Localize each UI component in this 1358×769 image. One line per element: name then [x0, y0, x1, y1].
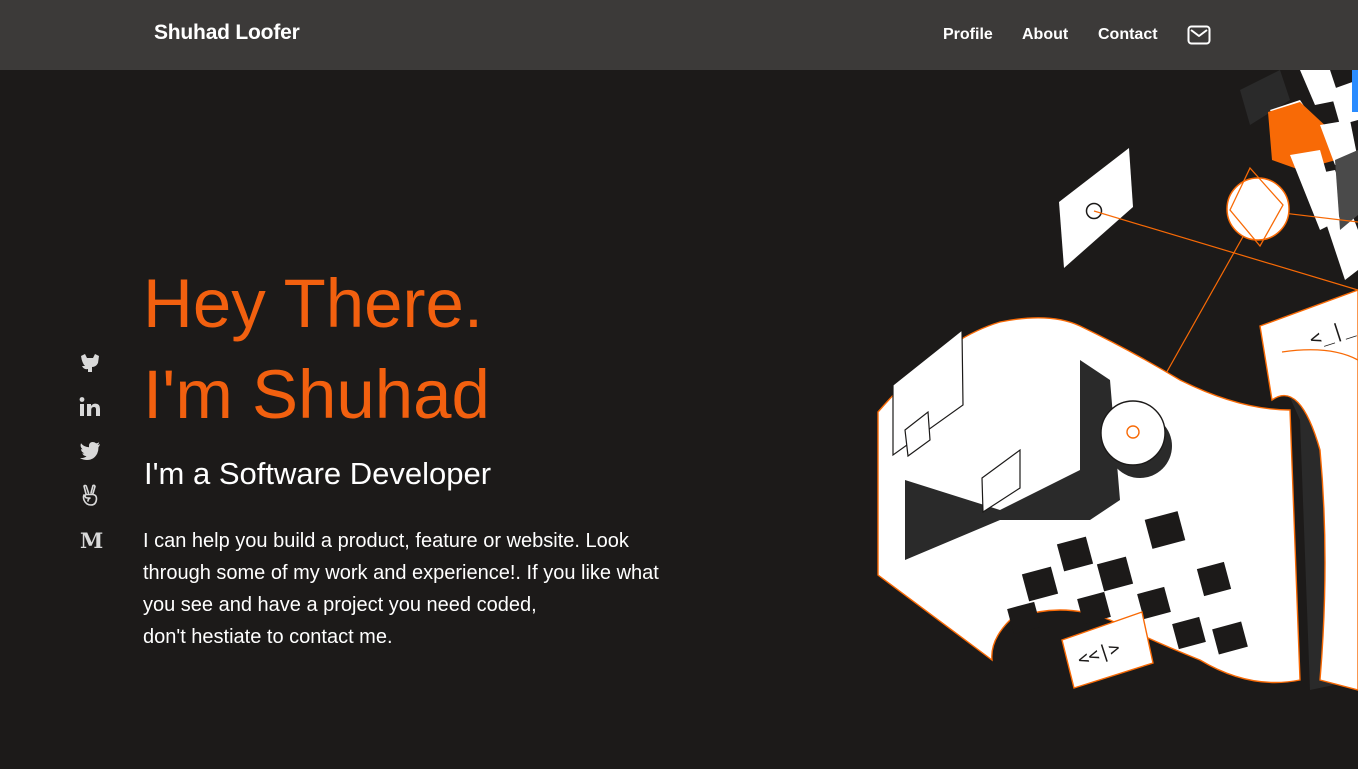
hero-paragraph-line: don't hestiate to contact me. [143, 626, 393, 648]
hero-name: I'm Shuhad [143, 356, 490, 433]
floating-card [1059, 148, 1133, 268]
checker-pattern-top [1240, 70, 1358, 280]
medium-icon[interactable]: M [78, 529, 103, 553]
svg-text:M: M [80, 529, 103, 553]
hero-illustration: <_|_ <<|> [877, 70, 1358, 691]
navbar: Shuhad Loofer Profile About Contact [0, 0, 1358, 70]
nav-link-contact[interactable]: Contact [1098, 26, 1158, 44]
mail-icon[interactable] [1187, 25, 1211, 45]
hero-paragraph-line: through some of my work and experience!.… [143, 562, 659, 584]
hero-paragraph-line: I can help you build a product, feature … [143, 530, 629, 552]
brand-logo[interactable]: Shuhad Loofer [154, 21, 300, 45]
linkedin-icon[interactable] [78, 395, 102, 419]
nav-link-profile[interactable]: Profile [943, 26, 993, 44]
github-icon[interactable] [78, 351, 102, 375]
hero-subtitle: I'm a Software Developer [144, 456, 492, 491]
hero-paragraph-line: you see and have a project you need code… [143, 594, 537, 616]
hero-greeting: Hey There. [143, 265, 484, 342]
twitter-icon[interactable] [78, 439, 102, 463]
angellist-icon[interactable] [78, 483, 102, 507]
nav-link-about[interactable]: About [1022, 26, 1068, 44]
